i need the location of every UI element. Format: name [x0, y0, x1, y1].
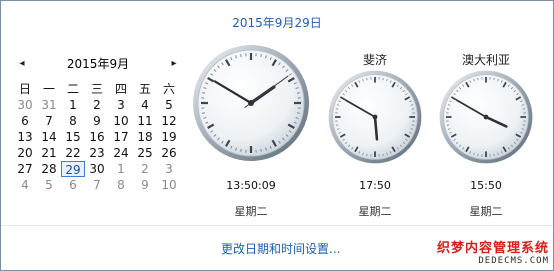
calendar-day[interactable]: 9 — [85, 113, 109, 129]
calendar-day[interactable]: 6 — [61, 177, 85, 193]
calendar-day[interactable]: 18 — [133, 129, 157, 145]
calendar-day[interactable]: 8 — [109, 177, 133, 193]
analog-clock-fiji — [328, 70, 422, 164]
calendar-day[interactable]: 9 — [133, 177, 157, 193]
clock-tick — [240, 53, 242, 58]
calendar-day[interactable]: 14 — [37, 129, 61, 145]
weekday-header: 四 — [114, 82, 127, 96]
clock-fiji-time: 17:50 — [359, 179, 391, 192]
calendar-day[interactable]: 4 — [13, 177, 37, 193]
calendar-day[interactable]: 31 — [37, 97, 61, 113]
calendar-day[interactable]: 30 — [85, 161, 109, 177]
current-date-link[interactable]: 2015年9月29日 — [1, 14, 553, 31]
clock-tick — [296, 112, 301, 114]
calendar-day[interactable]: 26 — [157, 145, 181, 161]
calendar-day[interactable]: 1 — [109, 161, 133, 177]
weekday-header: 六 — [162, 82, 175, 96]
change-datetime-settings-link[interactable]: 更改日期和时间设置... — [221, 240, 340, 257]
calendar-day[interactable]: 21 — [37, 145, 61, 161]
calendar-day-today[interactable]: 29 — [61, 161, 85, 177]
clock-center-pin — [372, 114, 378, 120]
watermark-line2: DEDECMS.COM — [478, 256, 549, 266]
calendar-day[interactable]: 3 — [157, 161, 181, 177]
next-month-icon[interactable]: ▸ — [167, 56, 181, 72]
clock-fiji-weekday: 星期二 — [358, 205, 392, 218]
clock-center-pin — [483, 114, 489, 120]
calendar-day[interactable]: 1 — [61, 97, 85, 113]
calendar-day[interactable]: 15 — [61, 129, 85, 145]
calendar-day[interactable]: 17 — [109, 129, 133, 145]
date-time-flyout: 2015年9月29日 ◂ 2015年9月 ▸ 日一二三四五六 30 31 1 2 3 4 5 6… — [0, 0, 554, 271]
calendar-day[interactable]: 22 — [61, 145, 85, 161]
footer-divider — [1, 225, 553, 226]
calendar-day[interactable]: 2 — [85, 97, 109, 113]
weekday-header: 日 — [18, 82, 31, 96]
calendar-day[interactable]: 10 — [109, 113, 133, 129]
calendar-day[interactable]: 7 — [37, 113, 61, 129]
calendar-header: ◂ 2015年9月 ▸ — [15, 56, 181, 72]
calendar-month-title[interactable]: 2015年9月 — [35, 56, 161, 72]
calendar-day[interactable]: 20 — [13, 145, 37, 161]
calendar-day[interactable]: 7 — [85, 177, 109, 193]
calendar-day[interactable]: 24 — [109, 145, 133, 161]
calendar-day[interactable]: 25 — [133, 145, 157, 161]
calendar-day[interactable]: 8 — [61, 113, 85, 129]
weekday-header: 二 — [66, 82, 79, 96]
clock-local-weekday: 星期二 — [234, 205, 268, 218]
calendar-day[interactable]: 16 — [85, 129, 109, 145]
calendar-day[interactable]: 19 — [157, 129, 181, 145]
calendar-day[interactable]: 3 — [109, 97, 133, 113]
clock-tick — [260, 53, 262, 58]
clock-tick — [240, 148, 242, 153]
calendar-day[interactable]: 5 — [37, 177, 61, 193]
clock-australia-time: 15:50 — [470, 179, 502, 192]
clock-local-time: 13:50:09 — [226, 179, 276, 192]
prev-month-icon[interactable]: ◂ — [15, 56, 29, 72]
calendar-day[interactable]: 10 — [157, 177, 181, 193]
analog-clock-australia — [439, 70, 533, 164]
weekday-header: 一 — [42, 82, 55, 96]
clock-australia-city: 澳大利亚 — [461, 53, 510, 67]
weekday-header: 三 — [90, 82, 103, 96]
calendar-day[interactable]: 6 — [13, 113, 37, 129]
clock-tick — [201, 112, 206, 114]
calendar-day[interactable]: 2 — [133, 161, 157, 177]
watermark: 织梦内容管理系统 DEDECMS.COM — [433, 237, 549, 266]
clock-australia-weekday: 星期二 — [469, 205, 503, 218]
clock-tick — [201, 92, 206, 94]
calendar-day[interactable]: 11 — [133, 113, 157, 129]
clock-tick — [296, 92, 301, 94]
weekday-header: 五 — [138, 82, 151, 96]
calendar-grid: 日一二三四五六 30 31 1 2 3 4 5 6 7 8 9 10 11 12 13 14 15 16 17 18 19… — [13, 81, 181, 193]
calendar-day[interactable]: 28 — [37, 161, 61, 177]
calendar-day[interactable]: 12 — [157, 113, 181, 129]
calendar-day[interactable]: 23 — [85, 145, 109, 161]
analog-clock-local — [193, 45, 309, 161]
clock-center-pin — [248, 100, 254, 106]
clock-fiji-city: 斐济 — [362, 53, 387, 67]
clock-tick — [260, 148, 262, 153]
calendar-day[interactable]: 30 — [13, 97, 37, 113]
calendar-day[interactable]: 13 — [13, 129, 37, 145]
calendar-day[interactable]: 4 — [133, 97, 157, 113]
calendar-day[interactable]: 5 — [157, 97, 181, 113]
watermark-line1: 织梦内容管理系统 — [436, 241, 549, 256]
calendar-day[interactable]: 27 — [13, 161, 37, 177]
